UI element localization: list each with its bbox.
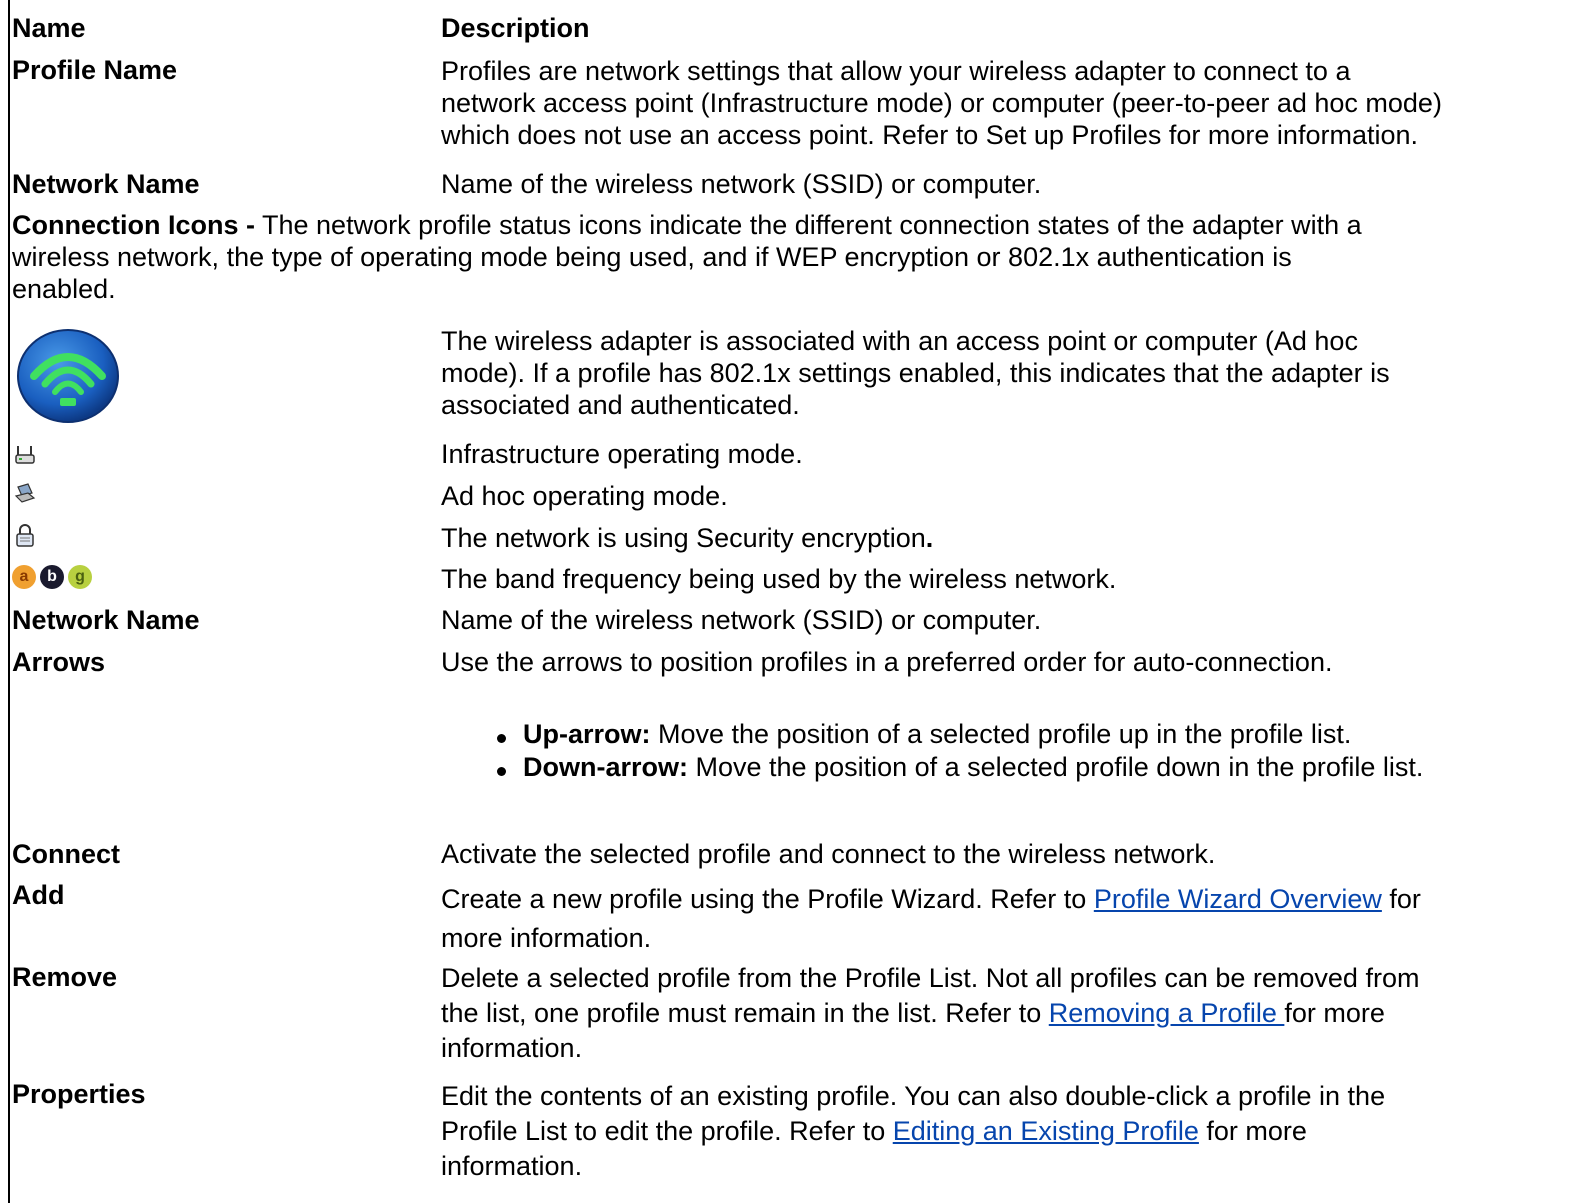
row-connection-icons: Connection Icons - The network profile s… <box>12 209 1584 305</box>
desc-line: more information. <box>441 923 652 953</box>
row-desc-properties: Edit the contents of an existing profile… <box>441 1079 1586 1184</box>
desc-text: Profile List to edit the profile. Refer … <box>441 1116 893 1146</box>
row-label-network-name-2: Network Name <box>12 605 200 635</box>
band-g-icon: g <box>68 565 92 589</box>
row-desc-network-name: Name of the wireless network (SSID) or c… <box>441 169 1042 199</box>
row-desc-security: The network is using Security encryption… <box>441 522 1586 554</box>
laptop-icon <box>14 483 36 503</box>
band-b-icon: b <box>40 565 64 589</box>
list-item: Up-arrow: Move the position of a selecte… <box>496 718 1423 751</box>
desc-line: which does not use an access point. Refe… <box>441 120 1418 150</box>
row-desc-associated: The wireless adapter is associated with … <box>441 325 1586 421</box>
band-icons: a b g <box>12 565 92 589</box>
wireless-associated-icon <box>17 329 119 423</box>
desc-line: enabled. <box>12 274 116 304</box>
desc-text: for <box>1381 884 1421 914</box>
desc-line: associated and authenticated. <box>441 390 800 420</box>
row-label-network-name: Network Name <box>12 169 200 199</box>
list-text: Move the position of a selected profile … <box>688 752 1424 782</box>
row-desc-infrastructure: Infrastructure operating mode. <box>441 439 803 469</box>
desc-line: wireless network, the type of operating … <box>12 242 1292 272</box>
column-header-name: Name <box>12 13 86 43</box>
list-term: Down-arrow: <box>523 752 688 782</box>
row-label-remove: Remove <box>12 962 118 992</box>
desc-line: The wireless adapter is associated with … <box>441 326 1358 356</box>
desc-text: for more <box>1198 1116 1307 1146</box>
row-desc-band: The band frequency being used by the wir… <box>441 564 1117 594</box>
row-desc-adhoc: Ad hoc operating mode. <box>441 481 728 511</box>
row-label-properties: Properties <box>12 1079 146 1109</box>
row-label-connect: Connect <box>12 839 120 869</box>
desc-text: for more <box>1284 998 1385 1028</box>
desc-line: Delete a selected profile from the Profi… <box>441 963 1420 993</box>
desc-text: Create a new profile using the Profile W… <box>441 884 1094 914</box>
row-desc-remove: Delete a selected profile from the Profi… <box>441 961 1586 1066</box>
column-header-description: Description <box>441 13 590 43</box>
list-item: Down-arrow: Move the position of a selec… <box>496 751 1424 784</box>
desc-line: information. <box>441 1151 583 1181</box>
desc-line: Profiles are network settings that allow… <box>441 56 1351 86</box>
row-desc-connect: Activate the selected profile and connec… <box>441 839 1216 869</box>
list-term: Up-arrow: <box>523 719 651 749</box>
profile-wizard-overview-link[interactable]: Profile Wizard Overview <box>1094 884 1382 914</box>
row-label-profile-name: Profile Name <box>12 55 178 85</box>
desc-period: . <box>925 523 934 553</box>
band-a-icon: a <box>12 565 36 589</box>
row-label-connection-icons: Connection Icons - <box>12 210 255 240</box>
lock-icon <box>16 524 34 547</box>
row-desc-network-name-2: Name of the wireless network (SSID) or c… <box>441 605 1042 635</box>
desc-text: The network is using Security encryption <box>441 523 926 553</box>
desc-line: network access point (Infrastructure mod… <box>441 88 1442 118</box>
desc-line: mode). If a profile has 802.1x settings … <box>441 358 1390 388</box>
removing-a-profile-link[interactable]: Removing a Profile <box>1049 998 1285 1028</box>
row-desc-add: Create a new profile using the Profile W… <box>441 880 1586 958</box>
row-desc-profile-name: Profiles are network settings that allow… <box>441 55 1586 151</box>
desc-line: Edit the contents of an existing profile… <box>441 1081 1386 1111</box>
arrows-list: Up-arrow: Move the position of a selecte… <box>441 718 1423 784</box>
desc-line: information. <box>441 1033 583 1063</box>
desc-text: the list, one profile must remain in the… <box>441 998 1049 1028</box>
access-point-icon <box>15 446 35 464</box>
row-label-add: Add <box>12 880 65 910</box>
row-label-arrows: Arrows <box>12 647 106 677</box>
desc-line: The network profile status icons indicat… <box>255 210 1362 240</box>
left-border <box>8 0 10 1203</box>
list-text: Move the position of a selected profile … <box>650 719 1352 749</box>
editing-an-existing-profile-link[interactable]: Editing an Existing Profile <box>893 1116 1199 1146</box>
row-desc-arrows: Use the arrows to position profiles in a… <box>441 647 1333 677</box>
